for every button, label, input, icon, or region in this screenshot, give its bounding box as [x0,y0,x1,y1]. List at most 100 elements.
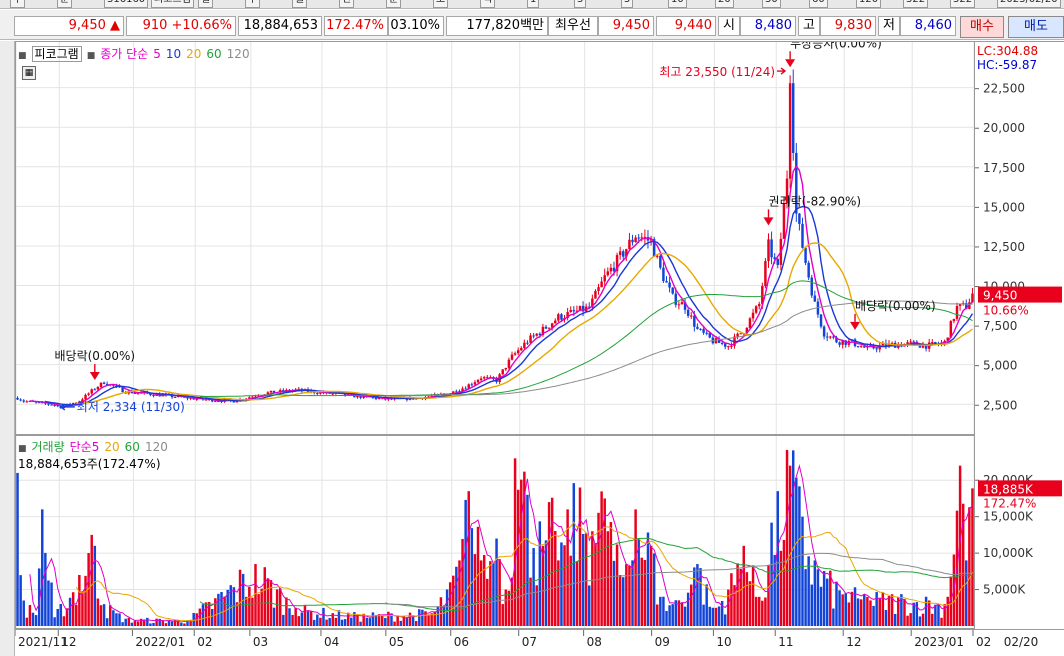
toolbar-button[interactable]: 주 [245,0,261,8]
date-axis-label: 2023/01 [914,635,964,649]
volume-bar [801,516,804,626]
toolbar-button[interactable]: 30 [762,0,781,8]
volume-bar [640,557,644,626]
volume-bar [19,575,22,626]
volume-bar [816,569,820,626]
high-price: 9,830 [820,16,876,36]
candle-body [99,382,103,387]
price-ma-20[interactable]: 20 [186,47,201,61]
volume-bar [112,610,115,626]
price-ma-60[interactable]: 60 [206,47,221,61]
toolbar-button[interactable]: 2023/02/20 [997,0,1061,8]
toolbar-button[interactable]: 60 [809,0,828,8]
buy-button[interactable]: 매수 [960,16,1004,38]
price-legend-name[interactable]: 피코그램 [31,46,82,62]
volume-bar [442,605,446,626]
volume-bar [220,591,223,626]
volume-bar [859,599,863,626]
volume-bar [470,528,474,626]
volume-legend-ma[interactable]: 단순 [70,440,92,454]
price-chart-panel[interactable]: 최고 23,550 (11/24) 최저 2,334 (11/30) 배당락(0.0… [15,36,975,435]
toolbar-button[interactable]: 주 [10,0,26,8]
date-axis-label: 08 [587,635,602,649]
left-scroll-strip[interactable] [0,41,15,656]
amount-cell: 177,820백만 [446,16,548,36]
volume-bar [198,608,202,626]
volume-ratio-cell: 172.47% [324,16,388,36]
volume-bar [535,585,538,626]
volume-bar [937,604,940,626]
volume-bar [53,617,56,626]
volume-axis-label: 10,000K [983,546,1034,560]
toolbar-button[interactable]: 틱 [480,0,496,8]
best-label: 최우선 [548,16,598,36]
toolbar-button[interactable]: 3 [574,0,587,8]
toolbar-button[interactable]: 1 [527,0,540,8]
volume-bar [201,604,205,626]
price-ma-10[interactable]: 10 [166,47,181,61]
sell-button[interactable]: 매도 [1008,16,1064,38]
volume-bar [495,538,498,626]
toolbar-button[interactable]: 년 [339,0,355,8]
change-cell: 910 +10.66% [126,16,236,36]
candle-body [736,333,739,337]
toolbar-button[interactable]: 10 [668,0,687,8]
price-axis-label: 12,500 [983,240,1025,254]
candle-body [807,262,810,278]
date-axis-label: 10 [716,635,731,649]
volume-bar [411,615,415,626]
volume-bar [133,620,137,626]
price-legend-ma[interactable]: 종가 단순 [100,47,148,61]
volume-legend-name[interactable]: 거래량 [32,440,65,454]
candle-body [569,310,572,313]
volume-bar [767,565,770,626]
volume-bar [866,596,869,626]
toolbar-button[interactable]: 일 [198,0,214,8]
toolbar-button[interactable]: 20 [715,0,734,8]
toolbar-button[interactable]: 322 [903,0,929,8]
current-price-cell: 9,450 ▲ [14,16,124,36]
toolbar-button[interactable]: 322 [950,0,976,8]
volume-bar [458,560,461,626]
event-marker-arrow [89,372,100,381]
volume-bar [75,604,78,626]
volume-bar [62,616,66,626]
volume-bar [832,608,835,626]
volume-bar [414,621,418,626]
volume-bar [433,611,436,626]
volume-ma-5[interactable]: 5 [92,440,100,454]
volume-bar [606,531,610,626]
volume-ma-120[interactable]: 120 [145,440,168,454]
volume-bar [152,622,155,626]
price-ma-5[interactable]: 5 [153,47,161,61]
trade-amount: 177,820백만 [466,18,544,33]
grid-table-icon[interactable]: ▦ [22,66,36,80]
volume-ma-20[interactable]: 20 [104,440,119,454]
volume-ma-60[interactable]: 60 [125,440,140,454]
toolbar-button[interactable]: 120 [856,0,882,8]
volume-bar [368,618,372,626]
price-ma-120[interactable]: 120 [227,47,250,61]
toolbar-button[interactable]: 초 [433,0,449,8]
volume-bar [371,612,375,626]
volume-bar [560,542,563,626]
volume-bar [618,574,622,626]
candle-body [93,389,97,391]
volume-bar [16,472,19,626]
volume-bar [652,553,656,626]
event-marker-arrow [785,59,796,68]
candle-body [523,342,526,349]
volume-bar [643,559,647,626]
toolbar-button[interactable]: 5 [621,0,634,8]
legend-box-icon: ■ [18,444,27,454]
toolbar-button[interactable]: 분 [57,0,73,8]
toolbar-button[interactable]: 월 [292,0,308,8]
current-volume-ratio: 172.47% [983,496,1036,510]
volume-chart-panel[interactable]: ■ 거래량 단순5 20 60 120 18,884,653주(172.47%) [15,435,988,629]
candle-body [813,295,817,302]
toolbar-button[interactable]: 316160 [104,0,149,8]
volume-bar [853,587,857,626]
toolbar-button[interactable]: 피코그램 [151,0,194,8]
toolbar-button[interactable]: 분 [386,0,402,8]
candle-body [637,237,640,239]
